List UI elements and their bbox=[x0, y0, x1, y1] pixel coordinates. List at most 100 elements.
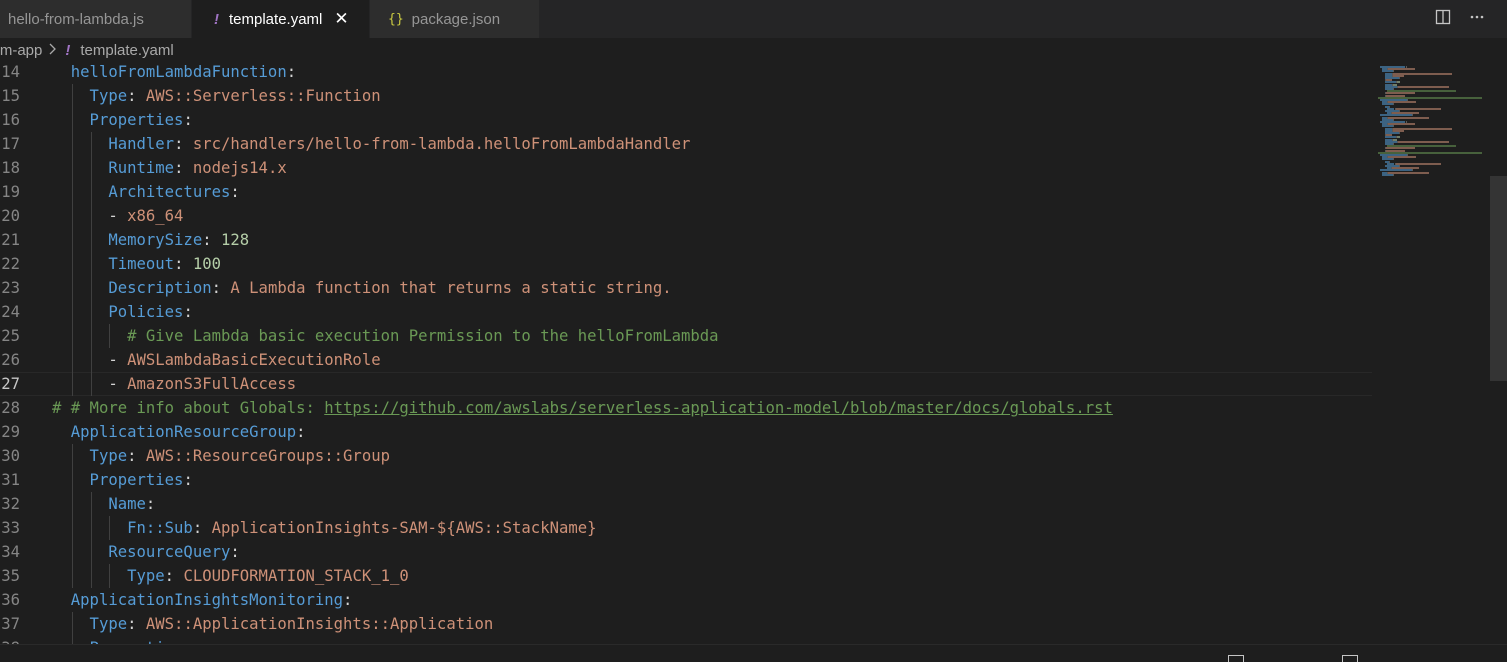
tab-hello-from-lambda[interactable]: hello-from-lambda.js bbox=[0, 0, 192, 38]
code-token: - bbox=[52, 351, 128, 369]
code-token: Type bbox=[52, 615, 128, 633]
line-number: 31 bbox=[1, 471, 20, 489]
indent-guide bbox=[90, 204, 92, 228]
panel-icon[interactable] bbox=[1228, 655, 1244, 662]
code-token: : bbox=[202, 231, 221, 249]
indent-guide bbox=[71, 612, 73, 636]
code-line[interactable]: 17 Handler: src/handlers/hello-from-lamb… bbox=[0, 132, 1372, 156]
more-actions-icon[interactable] bbox=[1469, 9, 1485, 30]
layout-icon[interactable] bbox=[1342, 655, 1358, 662]
code-token: - bbox=[52, 375, 128, 393]
code-line[interactable]: 22 Timeout: 100 bbox=[0, 252, 1372, 276]
line-number: 29 bbox=[1, 423, 20, 441]
line-number: 19 bbox=[1, 183, 20, 201]
indent-guide bbox=[71, 516, 73, 540]
code-token: : bbox=[192, 519, 212, 537]
line-number: 18 bbox=[1, 159, 20, 177]
code-text: helloFromLambdaFunction: bbox=[52, 62, 296, 84]
minimap-line bbox=[1397, 85, 1450, 88]
code-text: - AmazonS3FullAccess bbox=[52, 373, 296, 395]
code-line[interactable]: 18 Runtime: nodejs14.x bbox=[0, 156, 1372, 180]
code-line[interactable]: 15 Type: AWS::Serverless::Function bbox=[0, 84, 1372, 108]
indent-guide bbox=[90, 372, 92, 396]
code-link[interactable]: https://github.com/awslabs/serverless-ap… bbox=[324, 399, 1113, 417]
code-token: : bbox=[183, 111, 193, 129]
code-token: - bbox=[52, 207, 128, 225]
line-number: 14 bbox=[1, 63, 20, 81]
code-text: Handler: src/handlers/hello-from-lambda.… bbox=[52, 132, 690, 156]
code-text: Timeout: 100 bbox=[52, 252, 221, 276]
code-line[interactable]: 37 Type: AWS::ApplicationInsights::Appli… bbox=[0, 612, 1372, 636]
code-line[interactable]: 27 - AmazonS3FullAccess bbox=[0, 372, 1372, 396]
code-token: AmazonS3FullAccess bbox=[127, 375, 297, 393]
indent-guide bbox=[71, 228, 73, 252]
breadcrumb-folder[interactable]: sam-app bbox=[0, 42, 42, 59]
indent-guide bbox=[71, 636, 73, 644]
code-line[interactable]: 33 Fn::Sub: ApplicationInsights-SAM-${AW… bbox=[0, 516, 1372, 540]
code-text: ResourceQuery: bbox=[52, 540, 240, 564]
minimap[interactable] bbox=[1372, 62, 1490, 644]
line-number: 26 bbox=[1, 351, 20, 369]
code-token: : bbox=[286, 63, 297, 81]
code-line[interactable]: 34 ResourceQuery: bbox=[0, 540, 1372, 564]
code-line[interactable]: 24 Policies: bbox=[0, 300, 1372, 324]
code-line[interactable]: 36 ApplicationInsightsMonitoring: bbox=[0, 588, 1372, 612]
breadcrumb: sam-app ! template.yaml bbox=[0, 38, 1507, 62]
vertical-scrollbar-thumb[interactable] bbox=[1490, 176, 1507, 381]
indent-guide bbox=[109, 564, 111, 588]
code-line[interactable]: 31 Properties: bbox=[0, 468, 1372, 492]
code-token: # # More info about Globals: bbox=[52, 399, 325, 417]
code-line[interactable]: 35 Type: CLOUDFORMATION_STACK_1_0 bbox=[0, 564, 1372, 588]
code-text: # # More info about Globals: https://git… bbox=[52, 396, 1113, 420]
close-icon[interactable]: ✕ bbox=[334, 9, 348, 29]
indent-guide bbox=[71, 108, 73, 132]
split-editor-icon[interactable] bbox=[1435, 9, 1451, 30]
code-line[interactable]: 32 Name: bbox=[0, 492, 1372, 516]
minimap-line bbox=[1408, 151, 1482, 154]
code-line[interactable]: 28 # # More info about Globals: https://g… bbox=[0, 396, 1372, 420]
code-token: : bbox=[183, 471, 193, 489]
line-number: 16 bbox=[1, 111, 20, 129]
code-line[interactable]: 16 Properties: bbox=[0, 108, 1372, 132]
code-token: Timeout bbox=[52, 255, 175, 273]
code-line[interactable]: 30 Type: AWS::ResourceGroups::Group bbox=[0, 444, 1372, 468]
indent-guide bbox=[71, 156, 73, 180]
code-token: Type bbox=[52, 447, 128, 465]
indent-guide bbox=[90, 156, 92, 180]
code-token: : bbox=[296, 423, 306, 441]
tab-package-json[interactable]: {} package.json bbox=[370, 0, 540, 38]
code-token: : bbox=[230, 543, 240, 561]
code-token: : bbox=[127, 87, 146, 105]
code-line[interactable]: 26 - AWSLambdaBasicExecutionRole bbox=[0, 348, 1372, 372]
code-text: Type: AWS::ResourceGroups::Group bbox=[52, 444, 390, 468]
code-text: Properties: bbox=[52, 108, 193, 132]
line-number: 23 bbox=[1, 279, 20, 297]
code-line[interactable]: 38 Properties: bbox=[0, 636, 1372, 644]
code-line[interactable]: 20 - x86_64 bbox=[0, 204, 1372, 228]
indent-guide bbox=[90, 180, 92, 204]
code-token: Handler bbox=[52, 135, 175, 153]
code-token: # Give Lambda basic execution Permission… bbox=[52, 327, 719, 345]
code-line[interactable]: 25 # Give Lambda basic execution Permiss… bbox=[0, 324, 1372, 348]
code-line[interactable]: 21 MemorySize: 128 bbox=[0, 228, 1372, 252]
code-line[interactable]: 19 Architectures: bbox=[0, 180, 1372, 204]
breadcrumb-file[interactable]: template.yaml bbox=[80, 42, 173, 59]
code-editor[interactable]: 14 helloFromLambdaFunction: 15 Type: AWS:… bbox=[0, 62, 1490, 644]
code-line[interactable]: 29 ApplicationResourceGroup: bbox=[0, 420, 1372, 444]
code-line[interactable]: 23 Description: A Lambda function that r… bbox=[0, 276, 1372, 300]
indent-guide bbox=[90, 252, 92, 276]
code-token: : bbox=[127, 447, 146, 465]
line-number: 15 bbox=[1, 87, 20, 105]
code-token: : bbox=[174, 135, 193, 153]
code-token: : bbox=[211, 279, 231, 297]
code-line[interactable]: 14 helloFromLambdaFunction: bbox=[0, 62, 1372, 84]
indent-guide bbox=[71, 252, 73, 276]
line-number: 20 bbox=[1, 207, 20, 225]
code-token: Runtime bbox=[52, 159, 175, 177]
code-token: src/handlers/hello-from-lambda.helloFrom… bbox=[192, 135, 691, 153]
indent-guide bbox=[71, 300, 73, 324]
code-token: AWS::ResourceGroups::Group bbox=[145, 447, 390, 465]
minimap-line bbox=[1398, 77, 1400, 79]
tab-template-yaml[interactable]: ! template.yaml ✕ bbox=[192, 0, 370, 38]
indent-guide bbox=[90, 348, 92, 372]
